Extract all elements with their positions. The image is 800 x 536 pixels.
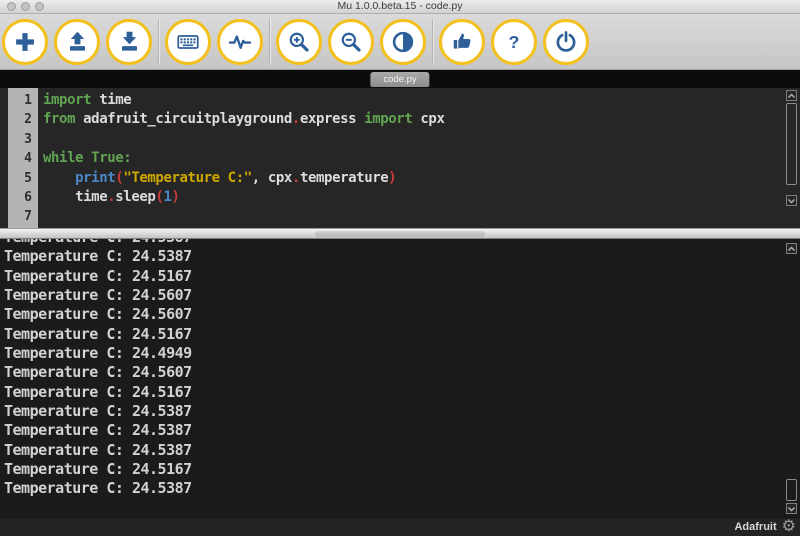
console-line: Temperature C: 24.5607 <box>4 286 800 305</box>
code-line: 1import time <box>0 91 800 110</box>
line-number: 4 <box>8 149 38 168</box>
console-line: Temperature C: 24.5387 <box>4 239 800 247</box>
thumbs-up-icon <box>450 29 475 54</box>
editor-scrollbar-down-button[interactable] <box>786 195 797 206</box>
console-line: Temperature C: 24.5387 <box>4 421 800 440</box>
toolbar-separator <box>158 19 159 65</box>
new-button[interactable] <box>2 19 48 65</box>
help-button[interactable]: ? <box>491 19 537 65</box>
console-line: Temperature C: 24.5387 <box>4 402 800 421</box>
console-line: Temperature C: 24.5167 <box>4 267 800 286</box>
chevron-up-icon <box>787 246 796 252</box>
code-line: 6 time.sleep(1) <box>0 188 800 207</box>
quit-button[interactable] <box>543 19 589 65</box>
toolbar-separator <box>269 19 270 65</box>
toolbar-group <box>165 19 263 65</box>
line-number: 2 <box>8 110 38 129</box>
console-line: Temperature C: 24.5387 <box>4 479 800 498</box>
console-line: Temperature C: 24.5607 <box>4 363 800 382</box>
chevron-down-icon <box>787 506 796 512</box>
console-line: Temperature C: 24.5167 <box>4 383 800 402</box>
code-text: time.sleep(1) <box>38 188 180 207</box>
window-title: Mu 1.0.0.beta.15 - code.py <box>0 0 800 13</box>
question-icon: ? <box>501 29 527 55</box>
line-number: 6 <box>8 188 38 207</box>
svg-text:?: ? <box>509 32 520 52</box>
repl-button[interactable] <box>165 19 211 65</box>
mode-label: Adafruit <box>734 521 776 533</box>
editor-scrollbar-thumb[interactable] <box>786 103 797 185</box>
code-text: print("Temperature C:", cpx.temperature) <box>38 169 396 188</box>
chevron-down-icon <box>787 198 796 204</box>
console-scrollbar-thumb[interactable] <box>786 479 797 501</box>
console-line: Temperature C: 24.5167 <box>4 325 800 344</box>
console-scrollbar-up-button[interactable] <box>786 243 797 254</box>
theme-button[interactable] <box>380 19 426 65</box>
code-line: 4while True: <box>0 149 800 168</box>
line-number: 5 <box>8 169 38 188</box>
save-button[interactable] <box>106 19 152 65</box>
plus-icon <box>12 29 38 55</box>
code-line: 3 <box>0 130 800 149</box>
console-line: Temperature C: 24.5167 <box>4 460 800 479</box>
contrast-icon <box>390 29 416 55</box>
code-editor[interactable]: 1import time2from adafruit_circuitplaygr… <box>0 88 800 228</box>
tab-bar: code.py <box>0 70 800 88</box>
settings-gear-icon[interactable]: ⚙ <box>782 519 796 535</box>
upload-icon <box>65 29 90 54</box>
toolbar: ? <box>0 14 800 70</box>
splitter-handle[interactable] <box>0 228 800 239</box>
toolbar-group: ? <box>439 19 589 65</box>
console-line: Temperature C: 24.4949 <box>4 344 800 363</box>
zoom-out-button[interactable] <box>328 19 374 65</box>
console-line: Temperature C: 24.5387 <box>4 247 800 266</box>
console-line: Temperature C: 24.5607 <box>4 305 800 324</box>
titlebar: Mu 1.0.0.beta.15 - code.py <box>0 0 800 14</box>
line-number: 7 <box>8 207 38 226</box>
magnifier-minus-icon <box>338 29 364 55</box>
console-line: Temperature C: 24.5387 <box>4 441 800 460</box>
chevron-up-icon <box>787 93 796 99</box>
load-button[interactable] <box>54 19 100 65</box>
code-text: while True: <box>38 149 131 168</box>
line-number: 3 <box>8 130 38 149</box>
code-text: import time <box>38 91 131 110</box>
code-line: 7 <box>0 207 800 226</box>
serial-console[interactable]: Temperature C: 24.5387Temperature C: 24.… <box>0 239 800 517</box>
keyboard-icon <box>175 29 201 55</box>
magnifier-plus-icon <box>286 29 312 55</box>
status-bar: Adafruit ⚙ <box>0 517 800 536</box>
code-text <box>38 130 43 149</box>
code-text <box>38 207 43 226</box>
splitter-grip <box>315 231 485 237</box>
tab-code-py[interactable]: code.py <box>370 72 429 87</box>
power-icon <box>553 29 579 55</box>
editor-scrollbar-up-button[interactable] <box>786 90 797 101</box>
pulse-icon <box>227 29 253 55</box>
toolbar-group <box>276 19 426 65</box>
check-button[interactable] <box>439 19 485 65</box>
console-scrollbar-down-button[interactable] <box>786 503 797 514</box>
download-icon <box>117 29 142 54</box>
plotter-button[interactable] <box>217 19 263 65</box>
code-line: 5 print("Temperature C:", cpx.temperatur… <box>0 169 800 188</box>
mu-window: Mu 1.0.0.beta.15 - code.py ? code.py 1im… <box>0 0 800 536</box>
line-number: 1 <box>8 91 38 110</box>
toolbar-group <box>2 19 152 65</box>
code-text: from adafruit_circuitplayground.express … <box>38 110 444 129</box>
zoom-in-button[interactable] <box>276 19 322 65</box>
code-line: 2from adafruit_circuitplayground.express… <box>0 110 800 129</box>
toolbar-separator <box>432 19 433 65</box>
